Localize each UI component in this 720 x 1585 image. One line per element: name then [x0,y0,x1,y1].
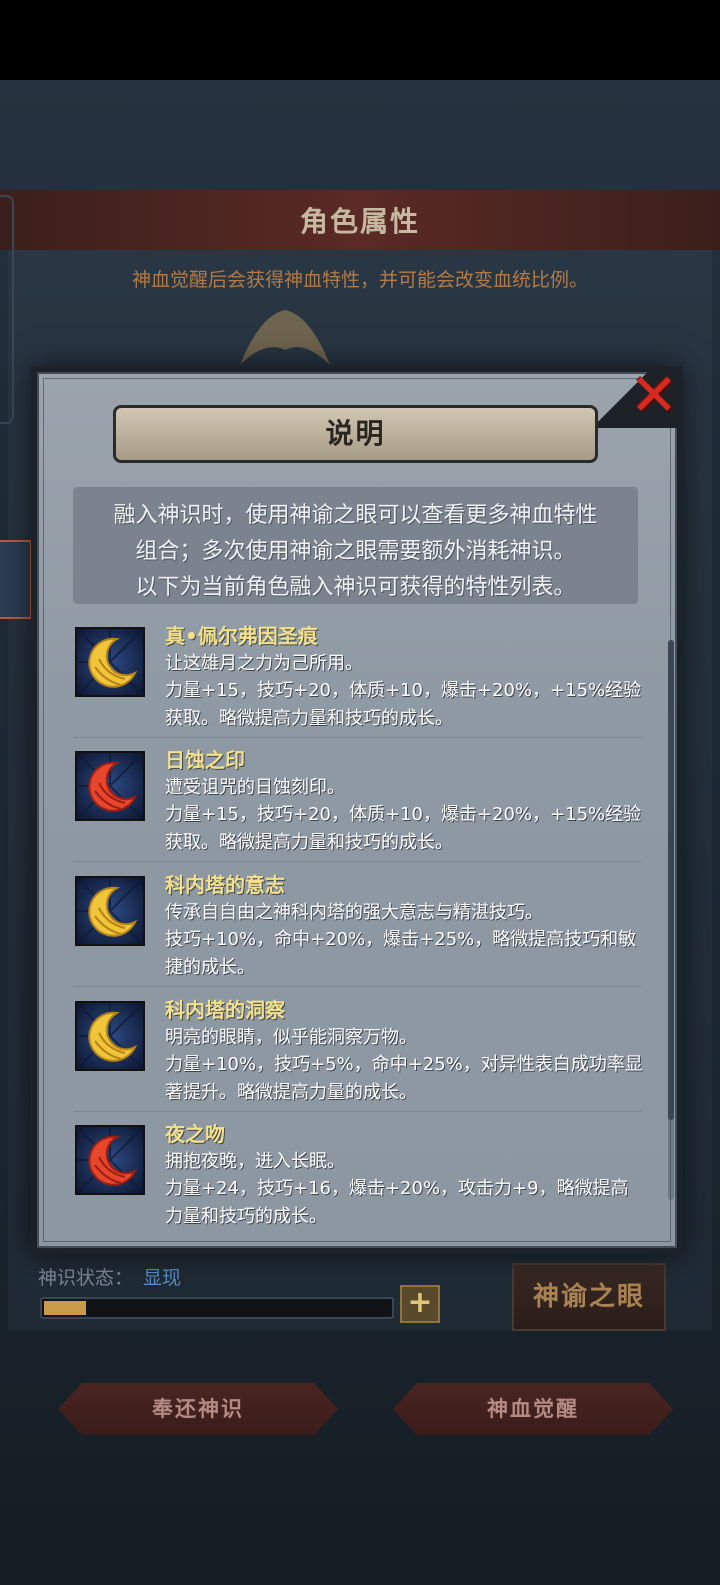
divine-sense-progress-bar [40,1297,394,1319]
trait-item: 夜之吻拥抱夜晚，进入长眠。力量+24，技巧+16，爆击+20%，攻击力+9，略微… [73,1120,648,1238]
trait-stats: 力量+24，技巧+16，爆击+20%，攻击力+9，略微提高力量和技巧的成长。 [165,1178,629,1227]
trait-name: 科内塔的意志 [165,873,285,897]
trait-stats: 力量+10%，技巧+5%，命中+25%，对异性表白成功率显著提升。略微提高力量的… [165,1054,643,1103]
trait-description: 让这雄月之力为己所用。 [165,653,363,674]
red-crescent-moon-icon [75,1125,145,1195]
gold-crescent-moon-icon [75,1001,145,1071]
trait-divider [73,737,643,738]
trait-name: 日蚀之印 [165,748,245,772]
trait-list-scrollbar[interactable] [668,640,674,1200]
divine-blood-awaken-button[interactable]: 神血觉醒 [393,1383,673,1435]
intro-line: 融入神识时，使用神谕之眼可以查看更多神血特性 [113,503,598,528]
trait-name: 科内塔的洞察 [165,998,285,1022]
dialog-title: 说明 [325,417,386,450]
trait-item: 科内塔的洞察明亮的眼睛，似乎能洞察万物。力量+10%，技巧+5%，命中+25%，… [73,996,648,1114]
trait-name: 夜之吻 [165,1122,225,1146]
scroll-thumb[interactable] [668,640,674,1120]
page-subtitle: 神血觉醒后会获得神血特性，并可能会改变血统比例。 [131,269,588,291]
trait-stats: 力量+15，技巧+20，体质+10，爆击+20%，+15%经验获取。略微提高力量… [165,680,642,729]
trait-stats: 技巧+10%，命中+20%，爆击+25%，略微提高技巧和敏捷的成长。 [165,929,637,978]
trait-divider [73,1111,643,1112]
emblem-icon [240,310,330,365]
return-divine-sense-button[interactable]: 奉还神识 [58,1383,338,1435]
gold-crescent-moon-icon [75,627,145,697]
trait-item: 日蚀之印遭受诅咒的日蚀刻印。力量+15，技巧+20，体质+10，爆击+20%，+… [73,746,648,864]
trait-name: 真•佩尔弗因圣痕 [165,624,318,648]
side-tab[interactable] [0,540,32,619]
gold-crescent-moon-icon [75,876,145,946]
progress-fill [44,1301,86,1315]
trait-description: 明亮的眼睛，似乎能洞察万物。 [165,1027,417,1048]
plus-icon[interactable]: + [400,1285,440,1323]
close-x-icon[interactable]: ✕ [628,366,680,424]
trait-divider [73,986,643,987]
intro-line: 以下为当前角色融入神识可获得的特性列表。 [135,575,576,600]
intro-line: 组合；多次使用神谕之眼需要额外消耗神识。 [135,539,576,564]
status-label: 神识状态： [38,1267,134,1289]
trait-item: 真•佩尔弗因圣痕让这雄月之力为己所用。力量+15，技巧+20，体质+10，爆击+… [73,622,648,740]
trait-item: 科内塔的意志传承自自由之神科内塔的强大意志与精湛技巧。技巧+10%，命中+20%… [73,871,648,989]
page-title: 角色属性 [299,205,420,238]
status-bar [0,0,720,80]
trait-stats: 力量+15，技巧+20，体质+10，爆击+20%，+15%经验获取。略微提高力量… [165,804,642,853]
trait-description: 传承自自由之神科内塔的强大意志与精湛技巧。 [165,902,543,923]
divine-sense-status: 神识状态： 显现 + 神谕之眼 [30,1255,690,1335]
status-value: 显现 [143,1267,182,1289]
trait-divider [73,861,643,862]
trait-description: 拥抱夜晚，进入长眠。 [165,1151,345,1172]
oracle-eye-button[interactable]: 神谕之眼 [512,1263,666,1331]
trait-description: 遭受诅咒的日蚀刻印。 [165,777,345,798]
red-crescent-moon-icon [75,751,145,821]
